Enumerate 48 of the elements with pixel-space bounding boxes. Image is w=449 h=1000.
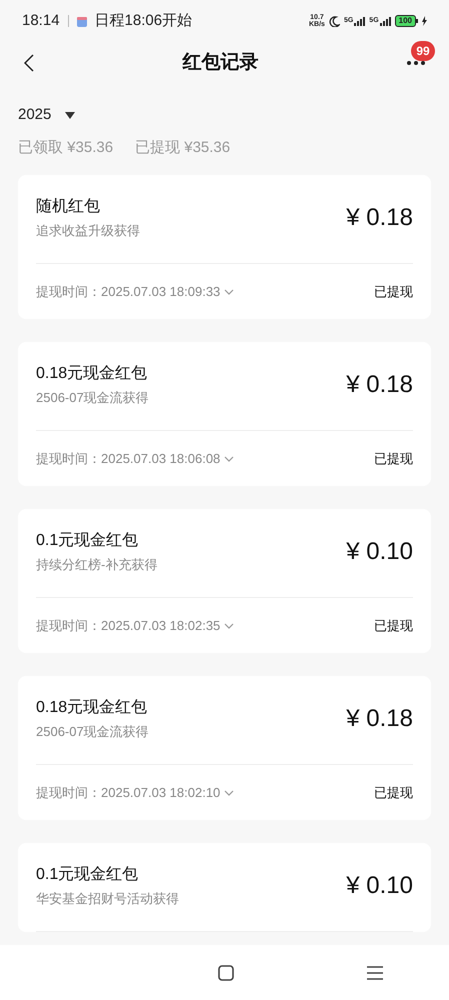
record-source: 持续分红榜-补充获得 — [36, 557, 158, 573]
charging-icon — [422, 16, 427, 26]
chevron-down-icon[interactable] — [224, 790, 234, 796]
summary-text: 已领取 ¥35.36 — [18, 138, 114, 158]
home-icon[interactable] — [218, 964, 234, 980]
summary-text: 已提现 ¥35.36 — [135, 138, 230, 158]
record-title: 随机红包 — [36, 197, 101, 217]
record-title: 0.18元现金红包 — [36, 364, 148, 384]
more-icon[interactable] — [407, 61, 425, 65]
record-source: 2506-07现金流获得 — [36, 724, 149, 740]
record-card[interactable]: 随机红包 追求收益升级获得 ¥ 0.18 提现时间：2025.07.03 18:09:33 已提现 — [18, 175, 431, 319]
back-icon[interactable] — [24, 54, 34, 72]
withdraw-time: 提现时间：2025.07.03 18:02:10 — [36, 784, 220, 802]
record-amount: ¥ 0.10 — [346, 537, 413, 567]
record-card[interactable]: 0.1元现金红包 华安基金招财号活动获得 ¥ 0.10 — [18, 843, 431, 932]
record-card[interactable]: 0.18元现金红包 2506-07现金流获得 ¥ 0.18 提现时间：2025.07.03 18:06:08 已提现 — [18, 342, 431, 486]
status-label: 已提现 — [374, 616, 413, 635]
record-title: 0.1元现金红包 — [36, 865, 140, 885]
notification-badge: 99 — [411, 41, 435, 61]
record-card[interactable]: 0.18元现金红包 2506-07现金流获得 ¥ 0.18 提现时间：2025.07.03 18:02:10 已提现 — [18, 676, 431, 820]
chevron-down-icon[interactable] — [224, 456, 234, 462]
record-title: 0.18元现金红包 — [36, 698, 148, 718]
status-label: 已提现 — [374, 450, 413, 468]
status-label: 已提现 — [374, 282, 413, 301]
record-card[interactable]: 0.1元现金红包 持续分红榜-补充获得 ¥ 0.10 提现时间：2025.07.03 18:02:35 已提现 — [18, 509, 431, 653]
withdraw-time: 提现时间：2025.07.03 18:06:08 — [36, 450, 220, 468]
moon-icon — [328, 16, 340, 26]
clock: 18:14 — [22, 10, 60, 31]
battery-icon: 100 — [394, 15, 418, 27]
record-source: 追求收益升级获得 — [36, 223, 140, 239]
caret-icon — [65, 112, 76, 119]
withdraw-time: 提现时间：2025.07.03 18:09:33 — [36, 282, 220, 301]
chevron-down-icon[interactable] — [224, 622, 234, 628]
record-source: 华安基金招财号活动获得 — [36, 891, 179, 907]
record-title: 0.1元现金红包 — [36, 531, 140, 551]
year-dropdown[interactable]: 2025 — [18, 104, 76, 126]
notification-text: 日程18:06开始 — [94, 10, 192, 31]
page-title: 红包记录 — [182, 50, 258, 75]
record-amount: ¥ 0.18 — [346, 704, 413, 734]
record-amount: ¥ 0.18 — [346, 370, 413, 400]
menu-icon[interactable] — [366, 966, 382, 980]
record-amount: ¥ 0.18 — [346, 203, 413, 233]
withdraw-time: 提现时间：2025.07.03 18:02:35 — [36, 616, 220, 635]
record-amount: ¥ 0.10 — [346, 871, 413, 901]
calendar-icon — [76, 16, 87, 26]
status-label: 已提现 — [374, 784, 413, 802]
chevron-down-icon[interactable] — [224, 288, 234, 294]
record-source: 2506-07现金流获得 — [36, 390, 149, 406]
